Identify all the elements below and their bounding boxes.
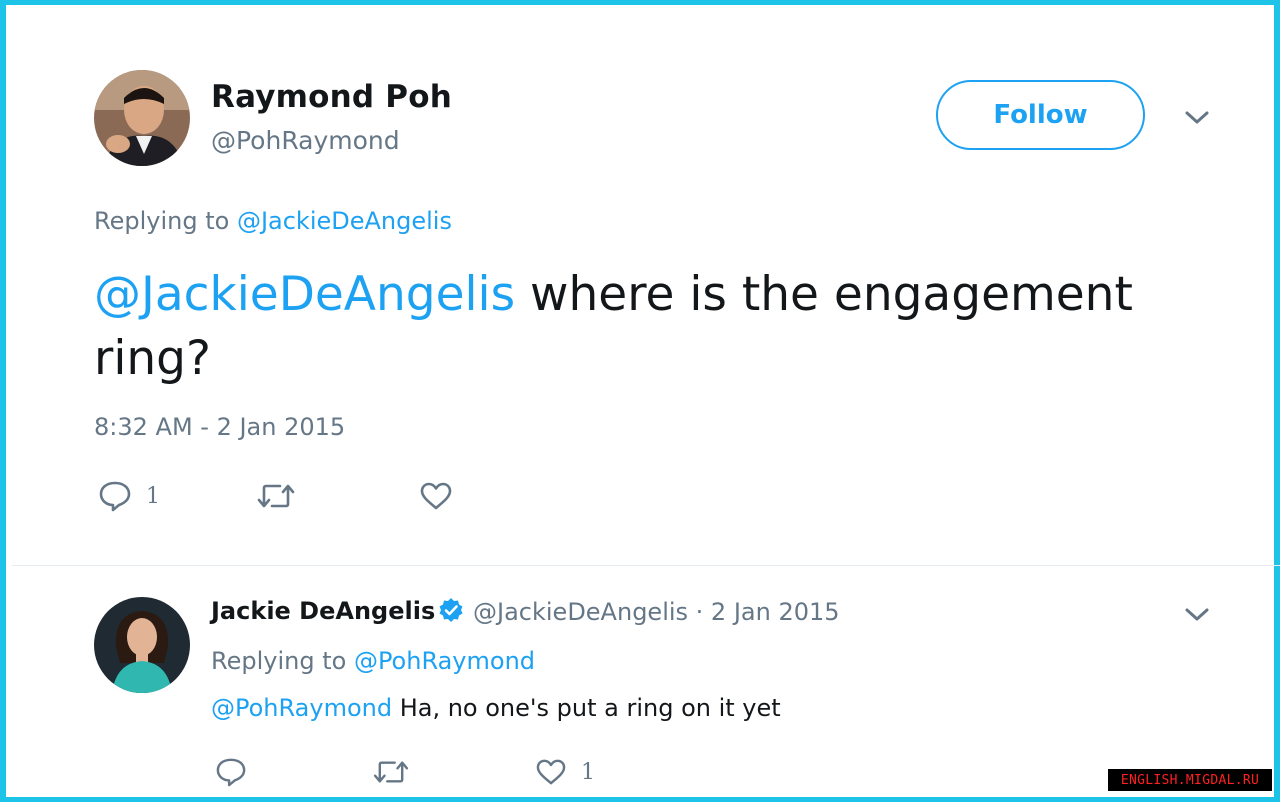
reply-tweet-body: Ha, no one's put a ring on it yet bbox=[392, 694, 781, 722]
chevron-down-icon[interactable] bbox=[1182, 605, 1212, 625]
reply-author-avatar[interactable] bbox=[94, 597, 190, 693]
like-button[interactable] bbox=[419, 481, 467, 511]
reply-tweet-like-count: 1 bbox=[581, 759, 595, 785]
tweet-card: Raymond Poh @PohRaymond Follow Replying … bbox=[0, 0, 1280, 802]
retweet-icon bbox=[257, 484, 295, 508]
reply-replying-to-prefix: Replying to bbox=[211, 647, 354, 675]
tweet-timestamp[interactable]: 8:32 AM - 2 Jan 2015 bbox=[94, 413, 345, 441]
replying-to-prefix: Replying to bbox=[94, 207, 237, 235]
tweet-mention-link[interactable]: @JackieDeAngelis bbox=[94, 267, 515, 322]
reply-tweet-like-button[interactable]: 1 bbox=[535, 758, 595, 786]
author-name[interactable]: Raymond Poh bbox=[211, 79, 452, 115]
reply-count: 1 bbox=[146, 483, 160, 509]
author-avatar-image bbox=[94, 70, 190, 166]
reply-icon bbox=[216, 758, 246, 787]
reply-tweet-text: @PohRaymond Ha, no one's put a ring on i… bbox=[211, 694, 781, 722]
reply-author-handle[interactable]: @JackieDeAngelis bbox=[473, 598, 688, 626]
replying-to-line: Replying to @JackieDeAngelis bbox=[94, 207, 452, 235]
reply-mention-link[interactable]: @PohRaymond bbox=[211, 694, 392, 722]
reply-replying-to-line: Replying to @PohRaymond bbox=[211, 647, 535, 675]
heart-icon bbox=[420, 482, 452, 510]
replying-to-link[interactable]: @JackieDeAngelis bbox=[237, 207, 452, 235]
reply-button[interactable]: 1 bbox=[98, 480, 160, 512]
watermark: ENGLISH.MIGDAL.RU bbox=[1108, 769, 1272, 791]
heart-icon bbox=[536, 759, 566, 785]
author-handle[interactable]: @PohRaymond bbox=[211, 126, 400, 155]
reply-author-avatar-image bbox=[94, 597, 190, 693]
follow-button[interactable]: Follow bbox=[936, 80, 1145, 150]
reply-tweet-retweet-button[interactable] bbox=[372, 758, 424, 786]
tweet-divider bbox=[12, 565, 1280, 566]
reply-date-separator: · bbox=[688, 598, 711, 626]
tweet-text: @JackieDeAngelis where is the engagement… bbox=[94, 263, 1204, 391]
reply-tweet-reply-button[interactable] bbox=[215, 757, 261, 787]
reply-replying-to-link[interactable]: @PohRaymond bbox=[354, 647, 535, 675]
retweet-button[interactable] bbox=[256, 481, 310, 511]
author-avatar[interactable] bbox=[94, 70, 190, 166]
reply-author-name[interactable]: Jackie DeAngelis bbox=[211, 597, 435, 625]
chevron-down-icon[interactable] bbox=[1182, 108, 1212, 128]
retweet-icon bbox=[373, 761, 409, 783]
reply-icon bbox=[99, 481, 131, 512]
reply-date[interactable]: 2 Jan 2015 bbox=[711, 598, 840, 626]
reply-meta: @JackieDeAngelis · 2 Jan 2015 bbox=[473, 598, 840, 626]
verified-badge-icon bbox=[439, 598, 463, 622]
